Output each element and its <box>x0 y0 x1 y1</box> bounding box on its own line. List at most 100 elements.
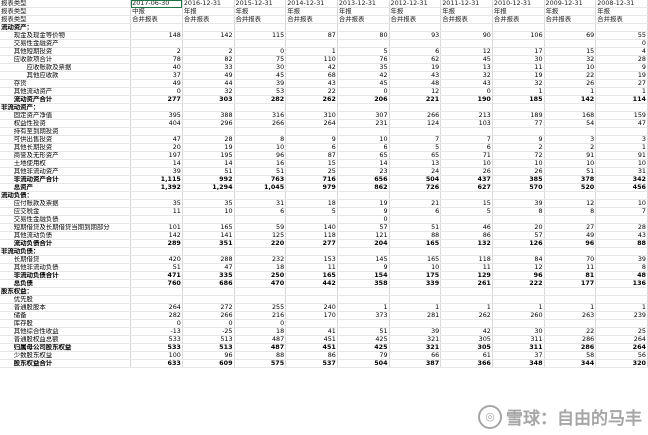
value-cell[interactable] <box>234 127 287 136</box>
value-cell[interactable]: 79 <box>337 351 390 360</box>
value-cell[interactable]: 15 <box>544 47 597 56</box>
value-cell[interactable] <box>389 23 442 32</box>
value-cell[interactable]: 88 <box>234 351 287 360</box>
value-cell[interactable]: 39 <box>389 327 442 336</box>
value-cell[interactable]: 760 <box>130 279 183 288</box>
value-cell[interactable]: 177 <box>544 279 597 288</box>
value-cell[interactable]: 39 <box>595 255 648 264</box>
value-cell[interactable]: 126 <box>492 239 545 248</box>
value-cell[interactable]: 35 <box>337 63 390 72</box>
value-cell[interactable]: 19 <box>389 63 442 72</box>
row-label-cell[interactable]: 其他流动负债 <box>0 231 132 240</box>
value-cell[interactable]: 1,294 <box>182 183 235 192</box>
header-cell[interactable]: 年报 <box>440 7 493 16</box>
value-cell[interactable]: 321 <box>389 343 442 352</box>
value-cell[interactable]: 28 <box>595 223 648 232</box>
value-cell[interactable]: 6 <box>337 143 390 152</box>
value-cell[interactable] <box>440 39 493 48</box>
value-cell[interactable]: 296 <box>182 119 235 128</box>
value-cell[interactable]: 221 <box>389 95 442 104</box>
value-cell[interactable]: 165 <box>389 239 442 248</box>
value-cell[interactable]: 8 <box>544 207 597 216</box>
value-cell[interactable]: 33 <box>182 63 235 72</box>
value-cell[interactable] <box>130 191 183 200</box>
value-cell[interactable] <box>544 287 597 296</box>
value-cell[interactable]: 140 <box>285 223 338 232</box>
value-cell[interactable]: 1 <box>544 87 597 96</box>
value-cell[interactable]: 96 <box>492 271 545 280</box>
value-cell[interactable]: 303 <box>182 95 235 104</box>
value-cell[interactable] <box>285 103 338 112</box>
value-cell[interactable]: 66 <box>389 351 442 360</box>
value-cell[interactable]: 189 <box>492 111 545 120</box>
value-cell[interactable]: 65 <box>389 151 442 160</box>
value-cell[interactable] <box>285 23 338 32</box>
value-cell[interactable]: 23 <box>337 167 390 176</box>
value-cell[interactable]: 5 <box>285 207 338 216</box>
header-cell[interactable]: 合并报表 <box>389 15 442 24</box>
value-cell[interactable]: 263 <box>544 311 597 320</box>
value-cell[interactable] <box>182 191 235 200</box>
value-cell[interactable] <box>130 103 183 112</box>
header-cell[interactable]: 2013-12-31 <box>337 0 390 8</box>
value-cell[interactable]: 142 <box>544 95 597 104</box>
value-cell[interactable]: 239 <box>595 311 648 320</box>
value-cell[interactable]: 216 <box>234 311 287 320</box>
value-cell[interactable]: 266 <box>182 311 235 320</box>
value-cell[interactable]: 220 <box>234 239 287 248</box>
header-cell[interactable]: 合并报表 <box>234 15 287 24</box>
value-cell[interactable]: 0 <box>130 87 183 96</box>
value-cell[interactable]: 15 <box>440 199 493 208</box>
value-cell[interactable] <box>285 247 338 256</box>
value-cell[interactable]: 9 <box>492 135 545 144</box>
value-cell[interactable]: 307 <box>337 111 390 120</box>
value-cell[interactable] <box>440 215 493 224</box>
spreadsheet-grid[interactable]: 报表类型 2017-06-30 2016-12-31 2015-12-31 2014-1… <box>0 0 648 435</box>
value-cell[interactable]: 451 <box>285 335 338 344</box>
value-cell[interactable]: 43 <box>595 231 648 240</box>
row-label-cell[interactable]: 报表类型 <box>0 15 132 24</box>
header-cell[interactable]: 2016-12-31 <box>182 0 235 8</box>
value-cell[interactable]: 148 <box>130 31 183 40</box>
value-cell[interactable]: 17 <box>492 47 545 56</box>
value-cell[interactable] <box>285 295 338 304</box>
value-cell[interactable]: 250 <box>234 271 287 280</box>
row-label-cell[interactable]: 库存股 <box>0 319 132 328</box>
value-cell[interactable]: 39 <box>492 199 545 208</box>
value-cell[interactable]: 16 <box>234 159 287 168</box>
value-cell[interactable]: 87 <box>285 31 338 40</box>
value-cell[interactable]: 5 <box>337 47 390 56</box>
value-cell[interactable]: 185 <box>492 95 545 104</box>
row-label-cell[interactable]: 非流动资产： <box>0 103 132 112</box>
value-cell[interactable]: 165 <box>182 223 235 232</box>
value-cell[interactable]: 154 <box>337 271 390 280</box>
value-cell[interactable]: 281 <box>389 311 442 320</box>
row-label-cell[interactable]: 储备 <box>0 311 132 320</box>
header-cell[interactable]: 年报 <box>389 7 442 16</box>
value-cell[interactable]: 213 <box>440 111 493 120</box>
value-cell[interactable] <box>130 23 183 32</box>
value-cell[interactable]: 310 <box>285 111 338 120</box>
value-cell[interactable]: 763 <box>234 175 287 184</box>
value-cell[interactable]: 277 <box>285 239 338 248</box>
value-cell[interactable]: 240 <box>285 303 338 312</box>
value-cell[interactable]: 81 <box>544 271 597 280</box>
value-cell[interactable] <box>595 287 648 296</box>
value-cell[interactable] <box>337 247 390 256</box>
value-cell[interactable]: 222 <box>492 279 545 288</box>
value-cell[interactable]: 266 <box>234 119 287 128</box>
value-cell[interactable]: 86 <box>285 351 338 360</box>
value-cell[interactable]: 175 <box>389 271 442 280</box>
value-cell[interactable]: 136 <box>595 279 648 288</box>
value-cell[interactable]: 43 <box>389 71 442 80</box>
row-label-cell[interactable]: 报表类型 <box>0 0 132 8</box>
value-cell[interactable] <box>182 103 235 112</box>
value-cell[interactable]: 165 <box>389 255 442 264</box>
value-cell[interactable]: 282 <box>234 95 287 104</box>
value-cell[interactable] <box>492 191 545 200</box>
value-cell[interactable]: 51 <box>337 327 390 336</box>
value-cell[interactable]: 37 <box>130 71 183 80</box>
value-cell[interactable] <box>182 287 235 296</box>
value-cell[interactable]: 110 <box>285 55 338 64</box>
value-cell[interactable]: 513 <box>182 335 235 344</box>
